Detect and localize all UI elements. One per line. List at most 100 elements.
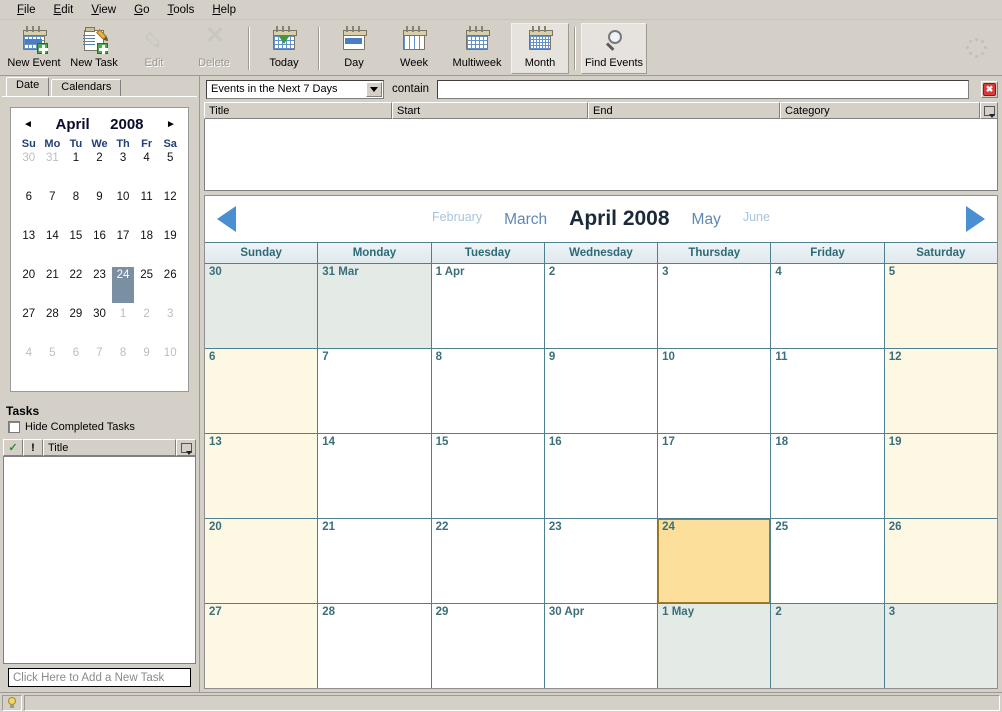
day-cell[interactable]: 29 (431, 604, 545, 688)
day-cell[interactable]: 7 (318, 349, 432, 433)
day-cell[interactable]: 13 (205, 434, 319, 518)
day-cell[interactable]: 3 (884, 604, 997, 688)
mini-calendar-day[interactable]: 11 (135, 190, 159, 229)
close-find-bar-button[interactable]: ✖ (981, 80, 998, 98)
tasks-column-title[interactable]: Title (43, 439, 176, 456)
day-cell[interactable]: 26 (884, 519, 997, 603)
tasks-column-done[interactable]: ✓ (3, 439, 23, 456)
day-cell[interactable]: 3 (658, 264, 772, 348)
edit-button[interactable]: Edit (125, 23, 183, 74)
day-cell[interactable]: 1 Apr (431, 264, 545, 348)
menu-go[interactable]: Go (125, 2, 158, 18)
mini-calendar-day[interactable]: 15 (64, 229, 88, 268)
day-cell[interactable]: 23 (544, 519, 659, 603)
day-cell[interactable]: 1 May (658, 604, 772, 688)
mini-calendar[interactable]: ◄ April 2008 ► Su Mo Tu We Th Fr Sa 30 3… (10, 107, 189, 392)
mini-calendar-day[interactable]: 8 (111, 346, 135, 385)
month-strip-february[interactable]: February (432, 210, 482, 224)
mini-calendar-day[interactable]: 14 (41, 229, 65, 268)
view-month-button[interactable]: Month (511, 23, 569, 74)
event-list-body[interactable] (204, 119, 998, 191)
event-column-start[interactable]: Start (392, 102, 588, 119)
new-task-button[interactable]: New Task (65, 23, 123, 74)
mini-calendar-day[interactable]: 25 (135, 268, 159, 307)
mini-calendar-day[interactable]: 30 (17, 151, 41, 190)
mini-calendar-day-selected[interactable]: 24 (111, 268, 135, 307)
mini-calendar-day[interactable]: 4 (17, 346, 41, 385)
hide-completed-tasks-row[interactable]: Hide Completed Tasks (6, 418, 193, 437)
day-cell[interactable]: 2 (544, 264, 659, 348)
mini-calendar-day[interactable]: 3 (158, 307, 182, 346)
mini-calendar-day[interactable]: 1 (111, 307, 135, 346)
mini-calendar-day[interactable]: 6 (64, 346, 88, 385)
month-strip-march[interactable]: March (504, 211, 547, 229)
view-week-button[interactable]: Week (385, 23, 443, 74)
mini-calendar-day[interactable]: 9 (135, 346, 159, 385)
day-cell-today[interactable]: 24 (658, 519, 772, 603)
day-cell[interactable]: 12 (884, 349, 997, 433)
next-month-arrow-icon[interactable] (966, 206, 985, 232)
mini-calendar-day[interactable]: 5 (41, 346, 65, 385)
mini-calendar-day[interactable]: 4 (135, 151, 159, 190)
day-cell[interactable]: 18 (771, 434, 885, 518)
menu-file[interactable]: File (8, 2, 45, 18)
today-button[interactable]: Today (255, 23, 313, 74)
tasks-list[interactable] (3, 456, 196, 664)
chevron-down-icon[interactable] (366, 81, 382, 97)
event-column-title[interactable]: Title (204, 102, 392, 119)
menu-view[interactable]: View (82, 2, 125, 18)
sidebar-tab-calendars[interactable]: Calendars (51, 79, 122, 96)
tasks-column-priority[interactable]: ! (23, 439, 43, 456)
mini-calendar-day[interactable]: 7 (88, 346, 112, 385)
mini-calendar-day[interactable]: 5 (158, 151, 182, 190)
day-cell[interactable]: 30 Apr (544, 604, 659, 688)
mini-calendar-day[interactable]: 31 (41, 151, 65, 190)
day-cell[interactable]: 14 (318, 434, 432, 518)
day-cell[interactable]: 20 (205, 519, 319, 603)
mini-calendar-day[interactable]: 22 (64, 268, 88, 307)
event-column-category[interactable]: Category (780, 102, 980, 119)
mini-calendar-day[interactable]: 6 (17, 190, 41, 229)
mini-calendar-day[interactable]: 26 (158, 268, 182, 307)
day-cell[interactable]: 4 (771, 264, 885, 348)
mini-calendar-day[interactable]: 30 (88, 307, 112, 346)
new-task-input[interactable]: Click Here to Add a New Task (8, 668, 191, 687)
mini-calendar-day[interactable]: 28 (41, 307, 65, 346)
mini-calendar-day[interactable]: 10 (158, 346, 182, 385)
day-cell[interactable]: 9 (544, 349, 659, 433)
mini-calendar-day[interactable]: 23 (88, 268, 112, 307)
mini-calendar-day[interactable]: 9 (88, 190, 112, 229)
mini-calendar-day[interactable]: 17 (111, 229, 135, 268)
mini-calendar-day[interactable]: 10 (111, 190, 135, 229)
month-strip-may[interactable]: May (692, 211, 721, 229)
day-cell[interactable]: 21 (318, 519, 432, 603)
mini-calendar-day[interactable]: 7 (41, 190, 65, 229)
search-input[interactable] (437, 79, 969, 99)
mini-calendar-day[interactable]: 27 (17, 307, 41, 346)
mini-calendar-day[interactable]: 2 (135, 307, 159, 346)
day-cell[interactable]: 31 Mar (318, 264, 432, 348)
menu-edit[interactable]: Edit (45, 2, 83, 18)
day-cell[interactable]: 2 (771, 604, 885, 688)
day-cell[interactable]: 17 (658, 434, 772, 518)
day-cell[interactable]: 6 (205, 349, 319, 433)
delete-button[interactable]: Delete (185, 23, 243, 74)
mini-calendar-day[interactable]: 20 (17, 268, 41, 307)
day-cell[interactable]: 28 (318, 604, 432, 688)
mini-calendar-day[interactable]: 19 (158, 229, 182, 268)
tasks-column-chooser-button[interactable] (176, 439, 196, 456)
sidebar-tab-date[interactable]: Date (6, 77, 50, 96)
mini-calendar-day[interactable]: 2 (88, 151, 112, 190)
mini-calendar-prev-month-icon[interactable]: ◄ (21, 119, 35, 130)
mini-calendar-next-month-icon[interactable]: ► (164, 119, 178, 130)
mini-calendar-day[interactable]: 3 (111, 151, 135, 190)
day-cell[interactable]: 11 (771, 349, 885, 433)
mini-calendar-day[interactable]: 16 (88, 229, 112, 268)
event-column-end[interactable]: End (588, 102, 780, 119)
find-events-button[interactable]: Find Events (581, 23, 647, 74)
hide-completed-tasks-checkbox[interactable] (8, 421, 20, 433)
view-day-button[interactable]: Day (325, 23, 383, 74)
mini-calendar-day[interactable]: 18 (135, 229, 159, 268)
menu-tools[interactable]: Tools (158, 2, 203, 18)
mini-calendar-day[interactable]: 29 (64, 307, 88, 346)
